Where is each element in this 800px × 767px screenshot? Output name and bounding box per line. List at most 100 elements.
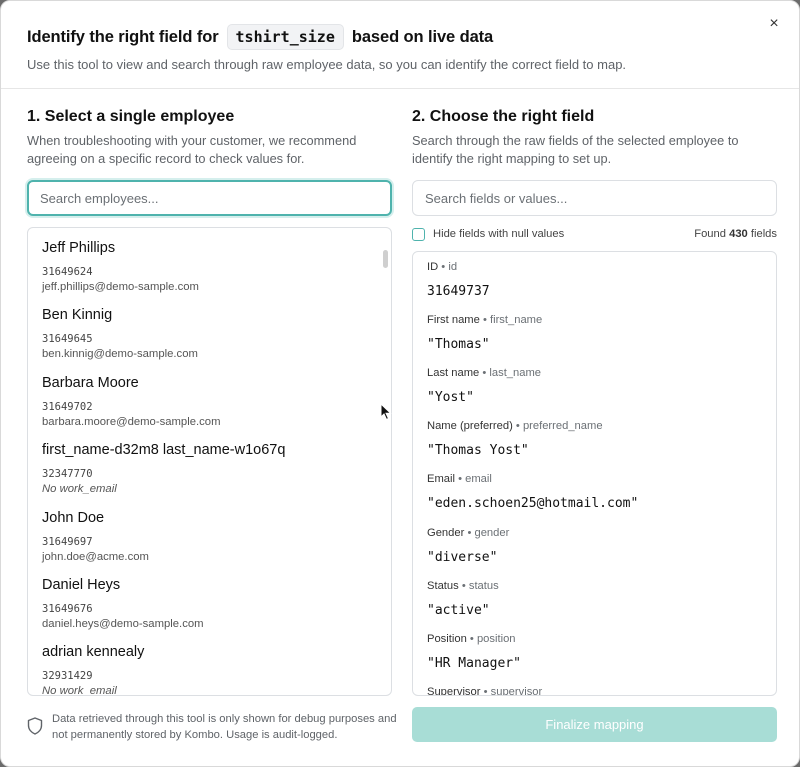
employee-name: Ben Kinnig [42, 307, 113, 323]
title-suffix: based on live data [351, 27, 494, 46]
field-label: Last name • last_name [427, 367, 757, 382]
hide-null-label[interactable]: Hide fields with null values [433, 228, 564, 240]
hide-null-row: Hide fields with null values Found 430 f… [412, 226, 777, 242]
field-mapping-dialog: Identify the right field for tshirt_size… [0, 0, 800, 767]
employee-id: 31649676 [42, 603, 93, 615]
field-item[interactable]: Supervisor • supervisor [427, 686, 757, 696]
employee-id: 32931429 [42, 670, 93, 682]
field-value: 31649737 [427, 284, 490, 299]
field-list[interactable]: ID • id 31649737 First name • first_name… [412, 251, 777, 696]
field-item[interactable]: Gender • gender "diverse" [427, 527, 757, 566]
employee-item[interactable]: Daniel Heys 31649676 daniel.heys@demo-sa… [42, 577, 372, 632]
finalize-mapping-button[interactable]: Finalize mapping [412, 707, 777, 742]
employee-name: Daniel Heys [42, 577, 121, 593]
employee-email: jeff.phillips@demo-sample.com [42, 281, 199, 293]
field-key: position [476, 633, 516, 645]
disclaimer-text: Data retrieved through this tool is only… [52, 713, 397, 741]
field-display-name: Email [427, 473, 455, 485]
employee-id: 31649697 [42, 536, 93, 548]
found-suffix: fields [750, 228, 777, 240]
field-value: "HR Manager" [427, 656, 521, 671]
field-value: "diverse" [427, 550, 498, 565]
employee-id: 31649645 [42, 333, 93, 345]
field-value: "eden.schoen25@hotmail.com" [427, 496, 639, 511]
field-value: "Thomas Yost" [427, 443, 529, 458]
field-key: supervisor [490, 686, 543, 696]
field-item[interactable]: Last name • last_name "Yost" [427, 367, 757, 406]
employee-id: 31649702 [42, 401, 93, 413]
field-search-input[interactable] [412, 180, 777, 216]
field-label: Name (preferred) • preferred_name [427, 420, 757, 435]
field-item[interactable]: ID • id 31649737 [427, 261, 757, 300]
field-label: First name • first_name [427, 314, 757, 329]
employee-item[interactable]: John Doe 31649697 john.doe@acme.com [42, 510, 372, 565]
field-separator: • [458, 473, 463, 485]
employee-email: daniel.heys@demo-sample.com [42, 618, 204, 630]
field-display-name: ID [427, 261, 439, 273]
employee-name: Jeff Phillips [42, 240, 116, 256]
hide-null-checkbox[interactable] [412, 227, 425, 241]
employee-item[interactable]: Jeff Phillips 31649624 jeff.phillips@dem… [42, 240, 372, 295]
field-separator: • [441, 261, 446, 273]
field-display-name: Last name [427, 367, 480, 379]
found-number: 430 [729, 228, 748, 240]
field-key: email [465, 473, 492, 485]
field-section-title: 2. Choose the right field [412, 108, 595, 125]
dialog-title: Identify the right field for tshirt_size… [27, 24, 493, 50]
field-separator: • [482, 314, 487, 326]
debug-disclaimer: Data retrieved through this tool is only… [27, 711, 397, 743]
field-separator: • [467, 527, 472, 539]
dialog-subtitle: Use this tool to view and search through… [27, 57, 627, 72]
employee-list[interactable]: Jeff Phillips 31649624 jeff.phillips@dem… [27, 227, 392, 696]
field-item[interactable]: Name (preferred) • preferred_name "Thoma… [427, 420, 757, 459]
close-button[interactable]: × [765, 15, 783, 33]
employee-item[interactable]: adrian kennealy 32931429 No work_email [42, 644, 372, 696]
shield-icon [27, 717, 43, 735]
field-item[interactable]: Status • status "active" [427, 580, 757, 619]
found-prefix: Found [694, 228, 726, 240]
field-value: "active" [427, 603, 490, 618]
field-label: Email • email [427, 473, 757, 488]
employee-name: first_name-d32m8 last_name-w1o67q [42, 442, 286, 458]
field-separator: • [515, 420, 520, 432]
field-separator: • [482, 367, 487, 379]
employee-list-scrollbar[interactable] [383, 250, 388, 268]
title-prefix: Identify the right field for [27, 27, 219, 46]
field-display-name: Status [427, 580, 459, 592]
field-item[interactable]: First name • first_name "Thomas" [427, 314, 757, 353]
employee-email: john.doe@acme.com [42, 551, 149, 563]
field-label: Supervisor • supervisor [427, 686, 757, 696]
field-display-name: Name (preferred) [427, 420, 513, 432]
field-item[interactable]: Email • email "eden.schoen25@hotmail.com… [427, 473, 757, 512]
field-display-name: Gender [427, 527, 465, 539]
field-value: "Thomas" [427, 337, 490, 352]
employee-search-input[interactable] [27, 180, 392, 216]
field-display-name: First name [427, 314, 480, 326]
field-item[interactable]: Position • position "HR Manager" [427, 633, 757, 672]
found-count: Found 430 fields [694, 228, 777, 240]
employee-email: No work_email [42, 483, 117, 495]
employee-name: adrian kennealy [42, 644, 145, 660]
field-label: Status • status [427, 580, 757, 595]
employee-item[interactable]: first_name-d32m8 last_name-w1o67q 323477… [42, 442, 372, 497]
dialog-header: Identify the right field for tshirt_size… [1, 1, 799, 89]
field-label: ID • id [427, 261, 757, 276]
mouse-cursor-icon [380, 403, 392, 421]
employee-email: barbara.moore@demo-sample.com [42, 416, 221, 428]
field-separator: • [461, 580, 466, 592]
employee-section-title: 1. Select a single employee [27, 108, 235, 125]
field-value: "Yost" [427, 390, 474, 405]
employee-item[interactable]: Ben Kinnig 31649645 ben.kinnig@demo-samp… [42, 307, 372, 362]
employee-section-description: When troubleshooting with your customer,… [27, 133, 357, 166]
employee-email: No work_email [42, 685, 117, 696]
field-display-name: Supervisor [427, 686, 481, 696]
field-key: id [448, 261, 458, 273]
field-name-chip: tshirt_size [226, 24, 344, 50]
field-display-name: Position [427, 633, 467, 645]
field-label: Gender • gender [427, 527, 757, 542]
field-separator: • [469, 633, 474, 645]
field-key: last_name [489, 367, 542, 379]
employee-name: Barbara Moore [42, 375, 139, 391]
field-section-description: Search through the raw fields of the sel… [412, 133, 739, 166]
employee-item[interactable]: Barbara Moore 31649702 barbara.moore@dem… [42, 375, 372, 430]
